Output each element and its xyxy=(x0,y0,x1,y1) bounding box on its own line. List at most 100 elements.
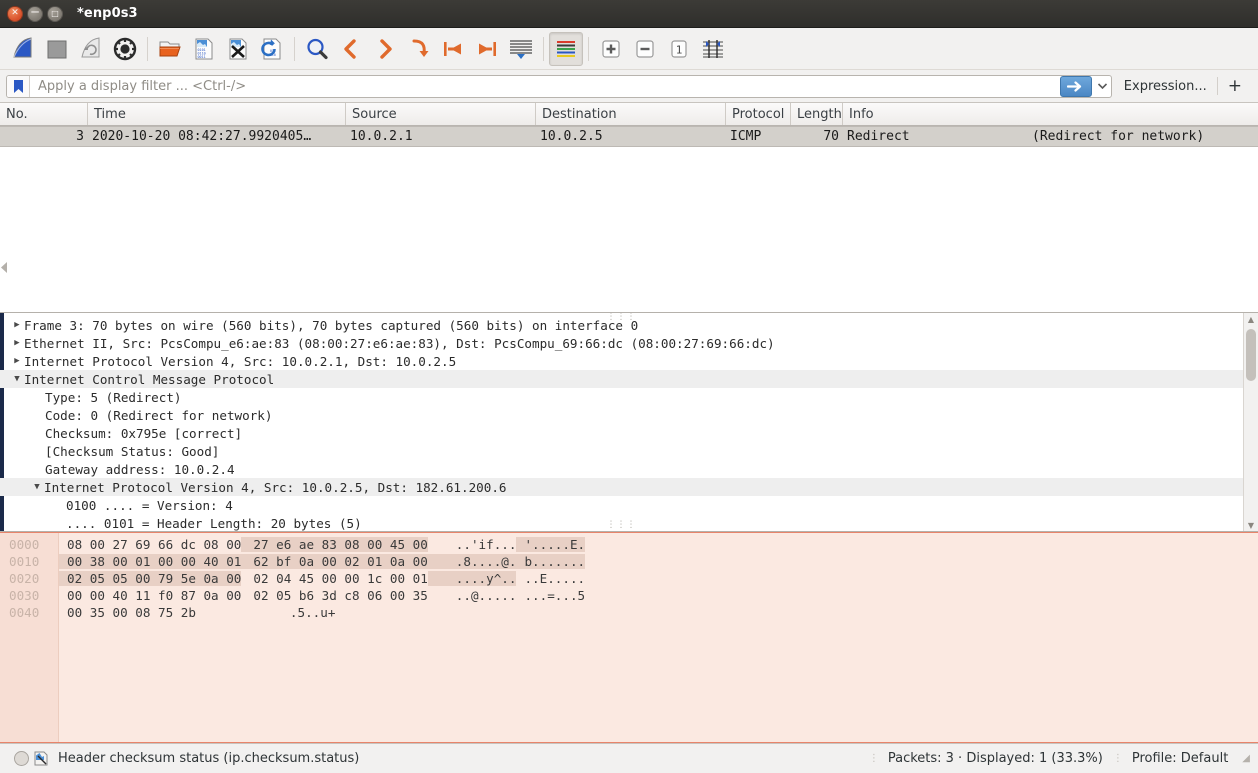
packet-bytes-pane[interactable]: 0000 08 00 27 69 66 dc 08 00 27 e6 ae 83… xyxy=(0,532,1258,743)
chevron-right-icon[interactable]: ▶ xyxy=(10,356,24,366)
go-back-icon[interactable] xyxy=(334,32,368,66)
column-header-length[interactable]: Length xyxy=(791,103,843,125)
chevron-down-icon[interactable]: ▼ xyxy=(30,482,44,492)
hex-line[interactable]: 0010 00 38 00 01 00 00 40 01 62 bf 0a 00… xyxy=(9,553,1258,570)
open-file-icon[interactable] xyxy=(153,32,187,66)
hex-line[interactable]: 0020 02 05 05 00 79 5e 0a 00 02 04 45 00… xyxy=(9,570,1258,587)
pane-splitter-grip[interactable]: ⋮⋮⋮ xyxy=(607,313,637,322)
resize-columns-icon[interactable] xyxy=(696,32,730,66)
cell-time: 2020-10-20 08:42:27.9920405… xyxy=(92,129,312,144)
find-packet-icon[interactable] xyxy=(300,32,334,66)
capture-comment-icon[interactable] xyxy=(34,751,48,766)
detail-row-type[interactable]: Type: 5 (Redirect) xyxy=(0,388,1243,406)
hex-line[interactable]: 0000 08 00 27 69 66 dc 08 00 27 e6 ae 83… xyxy=(9,536,1258,553)
hex-ascii-right: ...=...5 xyxy=(524,588,586,603)
detail-row-version[interactable]: 0100 .... = Version: 4 xyxy=(0,496,1243,514)
hex-ascii-right: ..E..... xyxy=(524,571,586,586)
scroll-down-icon[interactable]: ▼ xyxy=(1244,519,1258,531)
column-header-time[interactable]: Time xyxy=(88,103,346,125)
maximize-button[interactable]: □ xyxy=(47,5,63,22)
stop-capture-icon[interactable] xyxy=(40,32,74,66)
detail-row-ipv4-outer[interactable]: ▶ Internet Protocol Version 4, Src: 10.0… xyxy=(0,352,1243,370)
detail-row-icmp[interactable]: ▼ Internet Control Message Protocol xyxy=(0,370,1243,388)
status-grip-right: ⋮ xyxy=(1112,753,1123,764)
colorize-packets-icon[interactable] xyxy=(549,31,583,66)
hex-bytes-left: 02 05 05 00 79 5e 0a 00 xyxy=(59,571,242,586)
hex-line[interactable]: 0040 00 35 00 08 75 2b .5..u+ xyxy=(9,604,1258,621)
column-header-destination[interactable]: Destination xyxy=(536,103,726,125)
detail-text: [Checksum Status: Good] xyxy=(45,443,220,459)
add-filter-button[interactable]: + xyxy=(1218,77,1252,95)
packet-details-tree[interactable]: ⋮⋮⋮ ▶ Frame 3: 70 bytes on wire (560 bit… xyxy=(0,313,1243,531)
search-input[interactable] xyxy=(30,75,1060,97)
table-row[interactable]: 3 2020-10-20 08:42:27.9920405… 10.0.2.1 … xyxy=(0,126,1258,147)
detail-text: 0100 .... = Version: 4 xyxy=(66,497,233,513)
wireshark-window: ✕ ─ □ *enp0s3 0101 0110 0011 011 010 1 A… xyxy=(0,0,1258,773)
detail-row-ethernet[interactable]: ▶ Ethernet II, Src: PcsCompu_e6:ae:83 (0… xyxy=(0,334,1243,352)
reload-file-icon[interactable]: 011 010 xyxy=(255,32,289,66)
detail-text: Internet Protocol Version 4, Src: 10.0.2… xyxy=(24,353,457,369)
zoom-in-icon[interactable] xyxy=(594,32,628,66)
chevron-down-icon[interactable]: ▼ xyxy=(10,374,24,384)
apply-filter-button[interactable] xyxy=(1059,75,1092,97)
detail-text: Frame 3: 70 bytes on wire (560 bits), 70… xyxy=(24,317,639,333)
column-header-no[interactable]: No. xyxy=(0,103,88,125)
column-header-protocol[interactable]: Protocol xyxy=(726,103,791,125)
cell-no: 3 xyxy=(76,129,84,144)
restart-capture-icon[interactable] xyxy=(74,32,108,66)
pane-splitter-grip-bottom[interactable]: ⋮⋮⋮ xyxy=(607,520,637,530)
expression-button[interactable]: Expression... xyxy=(1112,79,1217,94)
hex-bytes-right: 02 04 45 00 00 1c 00 01 xyxy=(253,571,428,586)
packet-list-pane: No. Time Source Destination Protocol Len… xyxy=(0,103,1258,313)
chevron-right-icon[interactable]: ▶ xyxy=(10,320,24,330)
detail-row-ipv4-inner[interactable]: ▼ Internet Protocol Version 4, Src: 10.0… xyxy=(0,478,1243,496)
hex-ascii-right: '.....E. xyxy=(516,537,586,552)
packet-list-header: No. Time Source Destination Protocol Len… xyxy=(0,103,1258,126)
scrollbar-thumb[interactable] xyxy=(1246,329,1256,381)
hex-ascii-left: ..'if... xyxy=(455,537,517,552)
status-profile[interactable]: Profile: Default xyxy=(1132,751,1242,766)
detail-row-code[interactable]: Code: 0 (Redirect for network) xyxy=(0,406,1243,424)
details-scrollbar[interactable]: ▲ ▼ xyxy=(1243,313,1258,531)
start-capture-icon[interactable] xyxy=(6,32,40,66)
chevron-right-icon[interactable]: ▶ xyxy=(10,338,24,348)
pane-collapse-handle[interactable] xyxy=(0,256,9,278)
capture-status-icon[interactable] xyxy=(14,751,29,766)
chevron-down-icon[interactable] xyxy=(1094,76,1111,97)
auto-scroll-icon[interactable] xyxy=(504,32,538,66)
display-filter-bar: Expression... + xyxy=(0,70,1258,103)
status-packet-counts: Packets: 3 · Displayed: 1 (33.3%) xyxy=(887,751,1103,766)
detail-row-checksum[interactable]: Checksum: 0x795e [correct] xyxy=(0,424,1243,442)
toolbar-separator xyxy=(147,36,148,61)
hex-offset: 0010 xyxy=(9,554,40,569)
scroll-up-icon[interactable]: ▲ xyxy=(1244,313,1258,325)
display-filter-box[interactable] xyxy=(6,74,1112,98)
hex-dump-body[interactable]: 0000 08 00 27 69 66 dc 08 00 27 e6 ae 83… xyxy=(9,533,1258,742)
toolbar-separator xyxy=(588,36,589,61)
detail-text: Checksum: 0x795e [correct] xyxy=(45,425,243,441)
bookmark-icon[interactable] xyxy=(7,75,30,97)
close-button[interactable]: ✕ xyxy=(7,5,23,22)
packet-list-rows: 3 2020-10-20 08:42:27.9920405… 10.0.2.1 … xyxy=(0,126,1258,312)
go-to-last-packet-icon[interactable] xyxy=(470,32,504,66)
detail-row-gateway[interactable]: Gateway address: 10.0.2.4 xyxy=(0,460,1243,478)
svg-text:0011: 0011 xyxy=(198,55,206,59)
minimize-button[interactable]: ─ xyxy=(27,5,43,22)
window-title: *enp0s3 xyxy=(77,6,138,21)
zoom-out-icon[interactable] xyxy=(628,32,662,66)
hex-line[interactable]: 0030 00 00 40 11 f0 87 0a 00 02 05 b6 3d… xyxy=(9,587,1258,604)
main-toolbar: 0101 0110 0011 011 010 1 xyxy=(0,28,1258,70)
normal-size-icon[interactable]: 1 xyxy=(662,32,696,66)
detail-row-checksum-status[interactable]: [Checksum Status: Good] xyxy=(0,442,1243,460)
window-controls: ✕ ─ □ xyxy=(0,5,63,22)
column-header-source[interactable]: Source xyxy=(346,103,536,125)
go-forward-icon[interactable] xyxy=(368,32,402,66)
go-to-packet-icon[interactable] xyxy=(402,32,436,66)
go-to-first-packet-icon[interactable] xyxy=(436,32,470,66)
close-file-icon[interactable] xyxy=(221,32,255,66)
hex-bytes-right: 27 e6 ae 83 08 00 45 00 xyxy=(241,537,428,552)
save-file-icon[interactable]: 0101 0110 0011 xyxy=(187,32,221,66)
column-header-info[interactable]: Info xyxy=(843,103,1258,125)
resize-grip-icon[interactable]: ◢ xyxy=(1242,753,1254,764)
capture-options-icon[interactable] xyxy=(108,32,142,66)
